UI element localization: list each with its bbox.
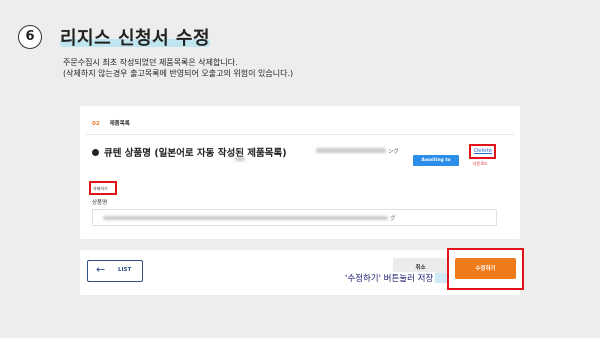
step-number-badge: 6: [18, 25, 42, 49]
cancel-button-label: 취소: [415, 265, 426, 271]
list-button[interactable]: ← LIST: [87, 260, 143, 282]
instruction-line-2: (삭제하지 않는경우 출고목록에 반영되어 오출고의 위험이 있습니다.): [63, 69, 294, 78]
input-suffix: グ: [390, 216, 396, 222]
page-title: 리지스 신청서 수정: [60, 28, 211, 49]
instruction-line-1: 주문수집시 최초 작성되었던 제품목록은 삭제합니다.: [63, 58, 238, 67]
section-number: 02: [92, 121, 100, 127]
blurred-product-text: [316, 148, 386, 153]
delete-sub-label: 다운로드: [473, 161, 488, 166]
save-highlight: 수정하기: [447, 248, 524, 290]
blurred-product-sub: [235, 157, 245, 161]
footer-bar: ← LIST 취소 '수정하기' 버튼눌러 저장 수정하기: [80, 248, 524, 295]
product-bullet-icon: [92, 149, 99, 156]
list-button-label: LIST: [118, 267, 132, 273]
save-button-label: 수정하기: [475, 266, 496, 272]
delete-button-label: 삭제하기: [93, 186, 108, 191]
product-name-label: 상품명: [92, 200, 108, 206]
status-badge: Awaiting to online: [413, 155, 459, 174]
delete-button[interactable]: 삭제하기: [89, 181, 117, 195]
blurred-input-text: [103, 216, 388, 220]
product-title: 큐텐 상품명 (일본어로 자동 작성된 제품목록): [104, 148, 287, 159]
save-caption: '수정하기' 버튼눌러 저장: [343, 272, 436, 284]
section-divider: [86, 134, 514, 135]
product-name-input[interactable]: グ: [92, 209, 497, 226]
save-button[interactable]: 수정하기: [455, 258, 516, 279]
product-list-card: 02 제품목록 큐텐 상품명 (일본어로 자동 작성된 제품목록) ング Awa…: [80, 106, 520, 239]
delete-highlight: Delete: [469, 144, 496, 159]
delete-link[interactable]: Delete: [474, 148, 492, 154]
instruction-text: 주문수집시 최초 작성되었던 제품목록은 삭제합니다. (삭제하지 않는경우 출…: [63, 57, 293, 79]
section-label: 제품목록: [109, 121, 130, 127]
product-title-suffix: ング: [388, 149, 400, 155]
arrow-left-icon: ←: [96, 263, 106, 276]
section-header: 02 제품목록: [92, 119, 130, 127]
